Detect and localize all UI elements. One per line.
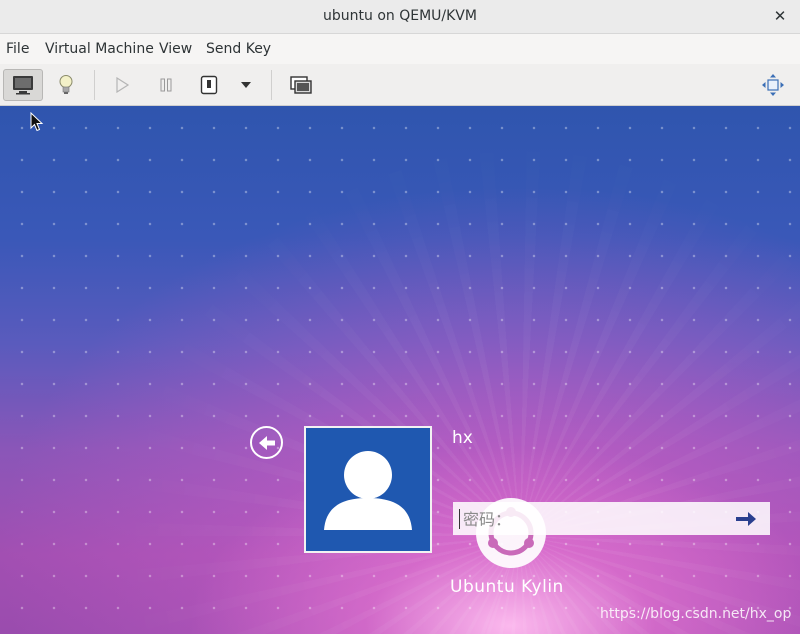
fullscreen-icon	[762, 74, 784, 96]
watermark: https://blog.csdn.net/hx_op	[600, 606, 792, 622]
pause-icon	[160, 78, 172, 92]
window-title: ubuntu on QEMU/KVM	[323, 8, 477, 24]
text-caret	[459, 509, 460, 529]
toolbar	[0, 64, 800, 106]
chevron-down-icon	[241, 82, 251, 88]
wallpaper-dots	[0, 106, 800, 634]
console-button[interactable]	[3, 69, 43, 101]
menu-send-key[interactable]: Send Key	[206, 41, 271, 57]
menu-bar: File Virtual Machine View Send Key	[0, 34, 800, 64]
run-icon	[116, 77, 130, 93]
shutdown-menu-button[interactable]	[234, 69, 258, 101]
menu-view[interactable]: View	[159, 41, 192, 57]
pause-button[interactable]	[152, 69, 180, 101]
arrow-right-icon[interactable]	[734, 508, 758, 530]
fullscreen-button[interactable]	[758, 69, 788, 101]
password-field[interactable]	[453, 502, 770, 537]
window-titlebar: ubuntu on QEMU/KVM ✕	[0, 0, 800, 34]
brand-label: Ubuntu Kylin	[450, 577, 564, 597]
password-input[interactable]	[461, 502, 725, 537]
lightbulb-icon	[59, 75, 73, 94]
username-label: hx	[452, 428, 473, 448]
user-silhouette-icon	[324, 451, 412, 530]
snapshot-icon	[290, 76, 312, 94]
mouse-cursor-icon	[30, 112, 44, 132]
vm-display[interactable]	[0, 106, 800, 634]
shutdown-icon	[200, 75, 218, 95]
toolbar-separator	[94, 70, 95, 100]
console-icon	[13, 76, 33, 95]
arrow-left-icon	[258, 435, 275, 450]
user-avatar	[304, 426, 432, 553]
snapshot-button[interactable]	[286, 69, 316, 101]
shutdown-button[interactable]	[196, 69, 222, 101]
menu-file[interactable]: File	[6, 41, 29, 57]
close-icon[interactable]: ✕	[770, 6, 790, 26]
back-button[interactable]	[250, 426, 283, 459]
details-button[interactable]	[50, 69, 82, 101]
toolbar-separator	[271, 70, 272, 100]
menu-virtual-machine[interactable]: Virtual Machine	[45, 41, 154, 57]
run-button[interactable]	[108, 69, 136, 101]
